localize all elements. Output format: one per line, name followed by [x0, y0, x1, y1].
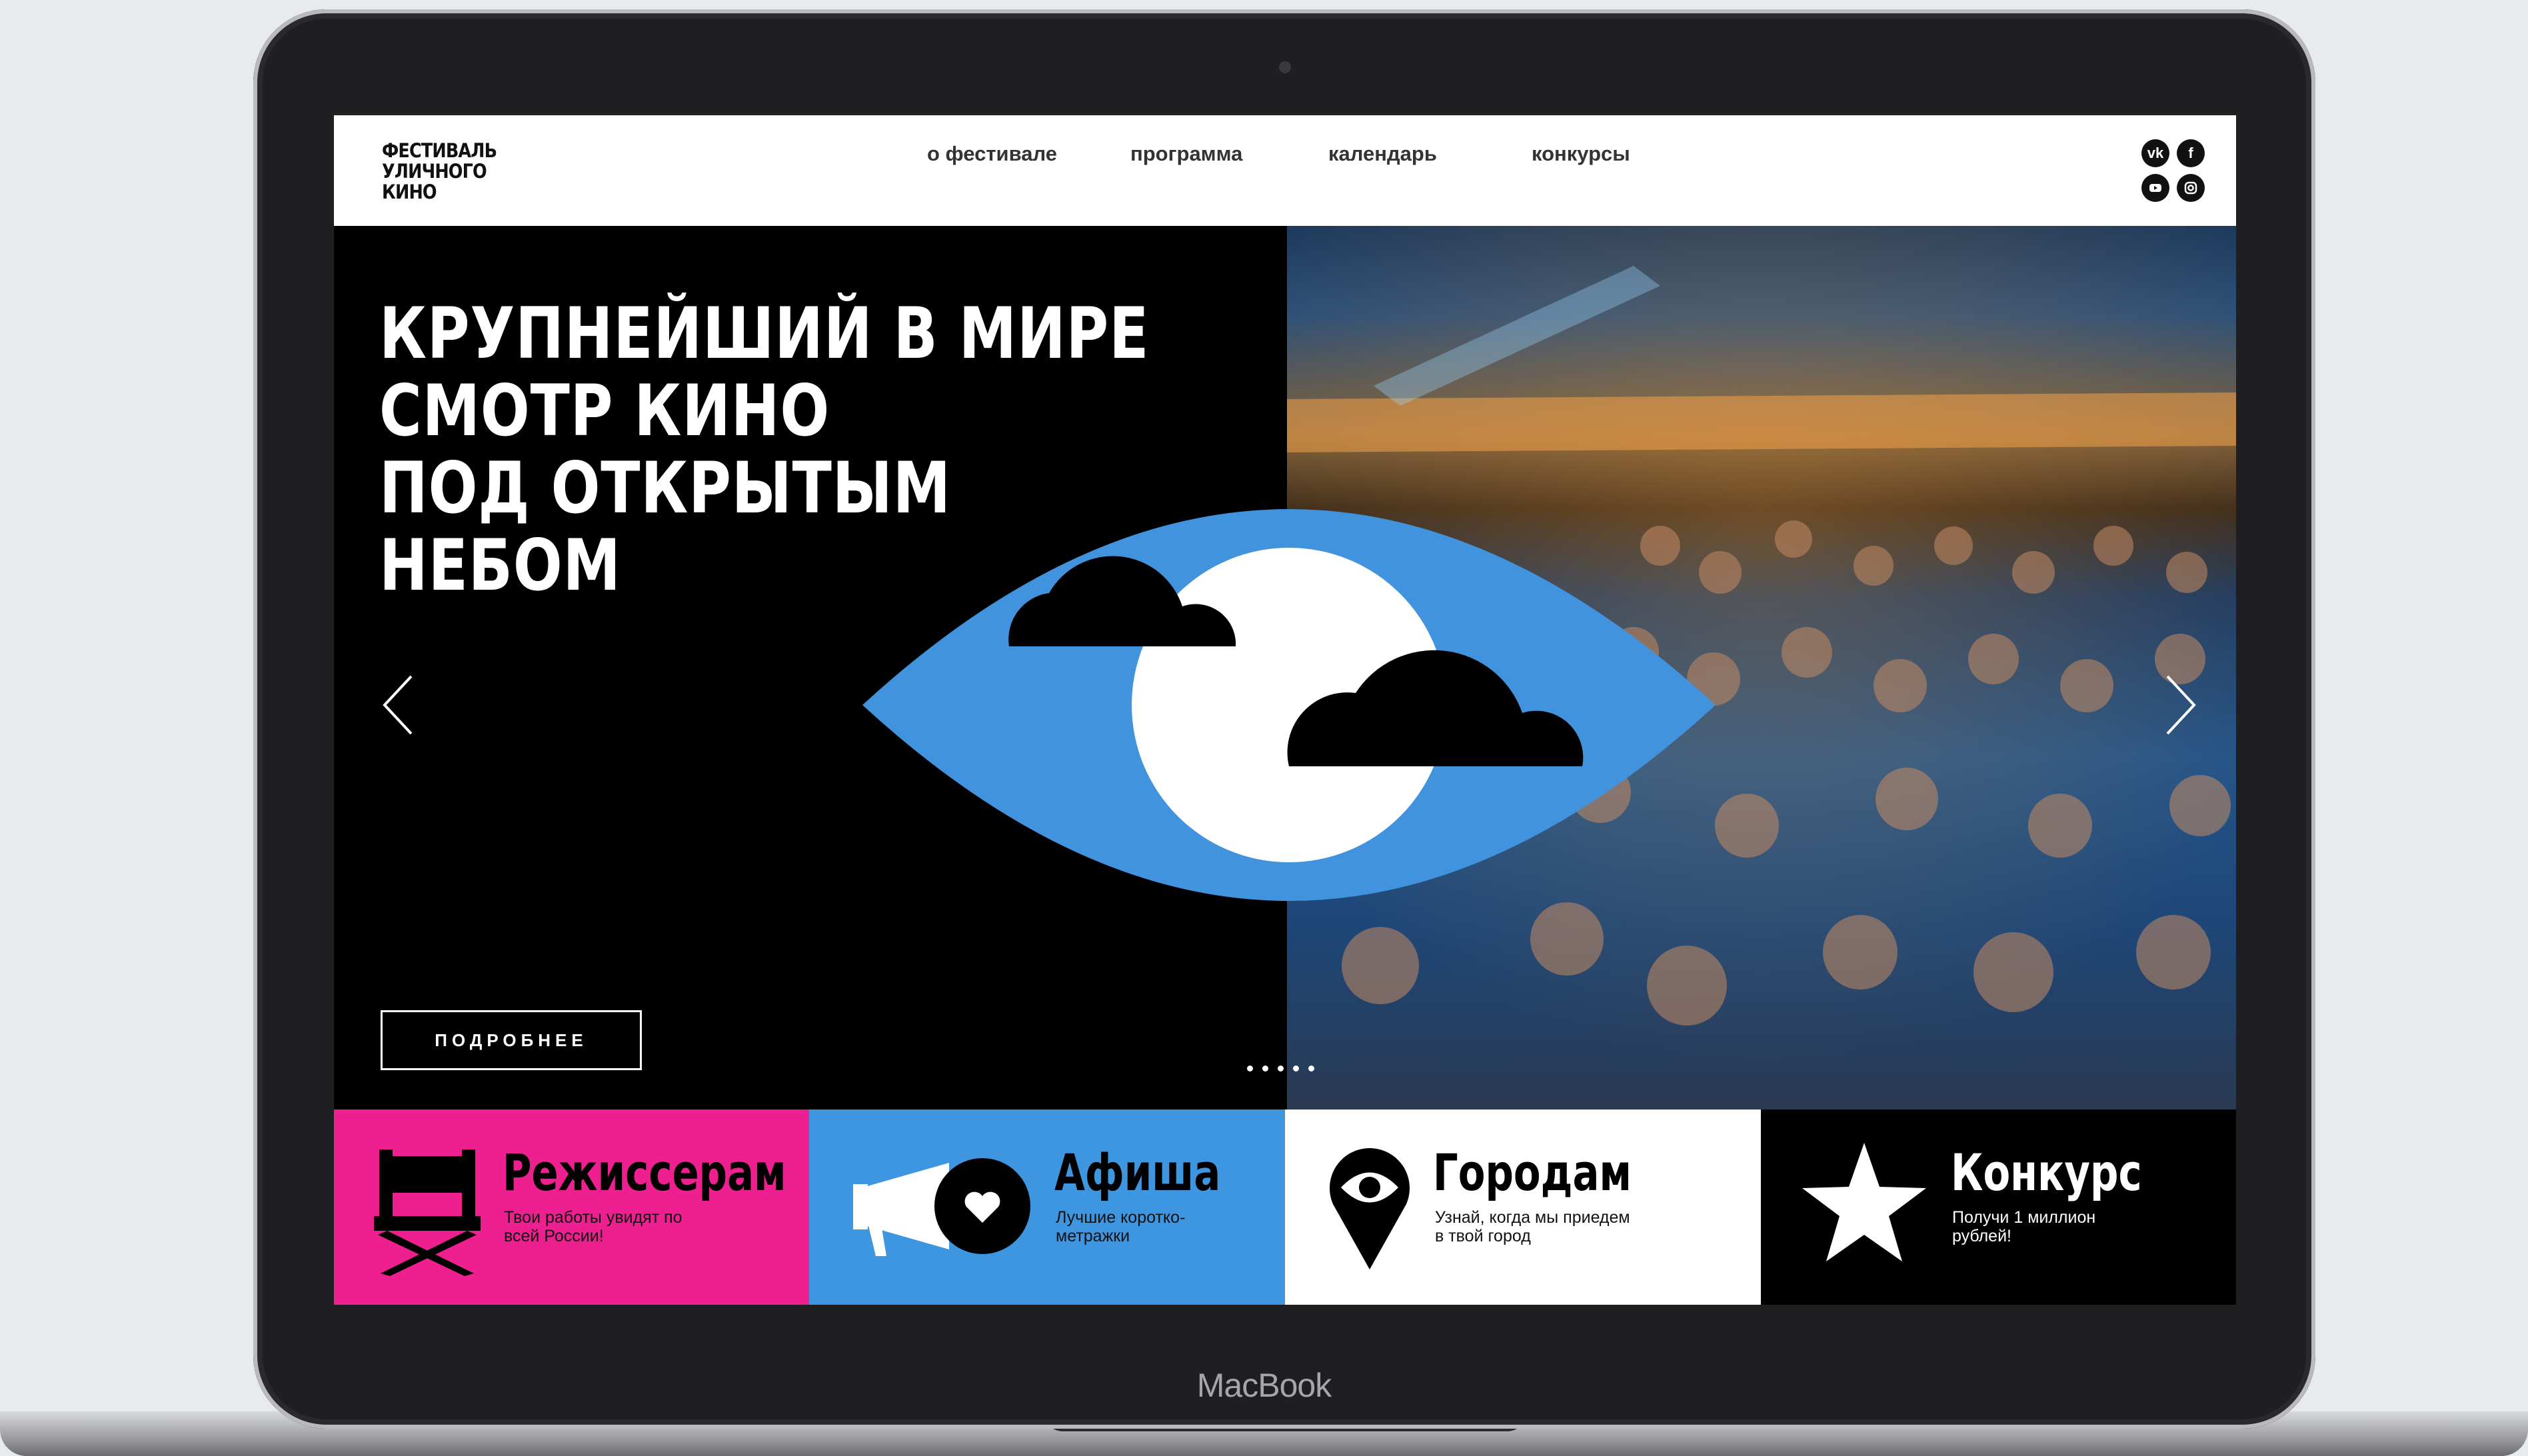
- youtube-icon[interactable]: [2141, 174, 2169, 202]
- carousel-prev-arrow-icon[interactable]: [382, 675, 415, 738]
- tile-cities[interactable]: Городам Узнай, когда мы приедем в твой г…: [1285, 1109, 1761, 1305]
- tile-title: Конкурс: [1951, 1143, 2142, 1202]
- tile-subtitle: Твои работы увидят по всей России!: [504, 1208, 682, 1245]
- carousel-dots: [1247, 1066, 1314, 1072]
- tile-title: Городам: [1433, 1143, 1632, 1202]
- site-logo[interactable]: ФЕСТИВАЛЬ УЛИЧНОГО КИНО: [382, 141, 497, 203]
- nav-program[interactable]: программа: [1130, 142, 1242, 166]
- headline-line: ПОД ОТКРЫТЫМ: [379, 447, 951, 529]
- logo-line: КИНО: [382, 181, 437, 203]
- logo-line: УЛИЧНОГО: [382, 160, 487, 183]
- instagram-icon[interactable]: [2177, 174, 2205, 202]
- facebook-icon[interactable]: f: [2177, 139, 2205, 167]
- carousel-dot[interactable]: [1293, 1066, 1299, 1072]
- logo-line: ФЕСТИВАЛЬ: [382, 139, 497, 162]
- tile-title: Режиссерам: [503, 1143, 786, 1202]
- nav-about[interactable]: о фестивале: [927, 142, 1057, 166]
- tile-poster[interactable]: Афиша Лучшие коротко- метражки: [809, 1109, 1285, 1305]
- tile-contest[interactable]: Конкурс Получи 1 миллион рублей!: [1761, 1109, 2236, 1305]
- headline-line: СМОТР КИНО: [379, 370, 830, 452]
- carousel-next-arrow-icon[interactable]: [2163, 675, 2197, 738]
- tile-subtitle: Лучшие коротко- метражки: [1056, 1208, 1186, 1245]
- camera-icon: [1279, 61, 1291, 73]
- carousel-dot[interactable]: [1278, 1066, 1284, 1072]
- carousel-dot[interactable]: [1247, 1066, 1253, 1072]
- tile-subtitle: Получи 1 миллион рублей!: [1952, 1208, 2096, 1245]
- site-header: ФЕСТИВАЛЬ УЛИЧНОГО КИНО о фестивале прог…: [334, 115, 2236, 226]
- tile-title: Афиша: [1054, 1143, 1221, 1202]
- more-button[interactable]: ПОДРОБНЕЕ: [381, 1010, 642, 1070]
- nav-contests[interactable]: конкурсы: [1532, 142, 1630, 166]
- nav-calendar[interactable]: календарь: [1328, 142, 1437, 166]
- tile-directors[interactable]: Режиссерам Твои работы увидят по всей Ро…: [334, 1109, 809, 1305]
- megaphone-heart-icon: [853, 1158, 1030, 1256]
- hero-headline: КРУПНЕЙШИЙ В МИРЕ СМОТР КИНО ПОД ОТКРЫТЫ…: [379, 295, 1149, 604]
- headline-line: НЕБОМ: [379, 524, 621, 606]
- map-pin-eye-icon: [1330, 1148, 1410, 1269]
- carousel-dot[interactable]: [1308, 1066, 1314, 1072]
- headline-line: КРУПНЕЙШИЙ В МИРЕ: [379, 293, 1150, 374]
- screen: ФЕСТИВАЛЬ УЛИЧНОГО КИНО о фестивале прог…: [334, 115, 2236, 1305]
- vk-icon[interactable]: vk: [2141, 139, 2169, 167]
- star-icon: [1802, 1143, 1926, 1261]
- carousel-dot[interactable]: [1262, 1066, 1268, 1072]
- tile-subtitle: Узнай, когда мы приедем в твой город: [1435, 1208, 1630, 1245]
- device-brand: MacBook: [1196, 1367, 1332, 1404]
- director-chair-icon: [374, 1149, 481, 1276]
